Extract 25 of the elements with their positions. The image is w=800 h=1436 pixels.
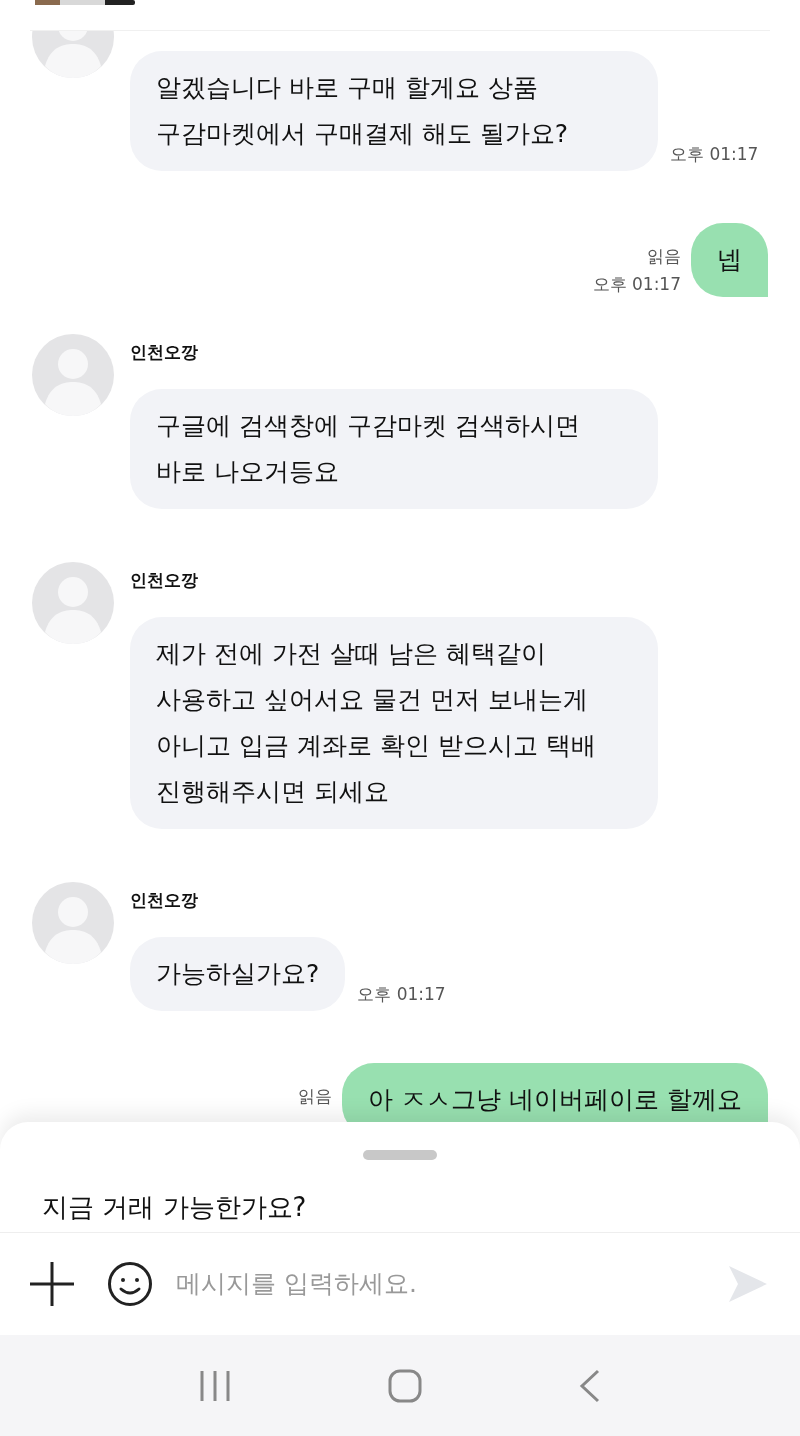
message-time: 오후 01:17 — [357, 982, 446, 1006]
sender-name: 인천오깡 — [130, 889, 199, 912]
message-text: 구글에 검색창에 구감마켓 검색하시면 바로 나오거등요 — [156, 411, 580, 486]
avatar-icon — [32, 882, 114, 964]
message-text: 알겠습니다 바로 구매 할게요 상품 구감마켓에서 구매결제 해도 될가요? — [156, 73, 569, 148]
read-receipt: 읽음 — [298, 1085, 333, 1108]
message-text: 아 ㅈㅅ그냥 네이버페이로 할께요 — [368, 1085, 742, 1114]
message-text: 제가 전에 가전 살때 남은 혜택같이 사용하고 싶어서요 물건 먼저 보내는게 아니고 입금 계좌로 확인 받으시고 택배 진행해주시면 되세요 — [156, 639, 596, 806]
avatar-icon — [32, 334, 114, 416]
emoji-icon[interactable] — [108, 1262, 152, 1306]
message-time: 오후 01:17 — [670, 142, 759, 166]
drag-handle[interactable] — [363, 1150, 437, 1160]
recent-apps-icon[interactable] — [198, 1369, 231, 1402]
plus-icon[interactable] — [30, 1262, 74, 1306]
message-text: 가능하실가요? — [156, 959, 320, 988]
sender-name: 인천오깡 — [130, 341, 199, 364]
message-time: 오후 01:17 — [592, 273, 681, 296]
read-receipt: 읽음 — [647, 245, 681, 268]
suggested-reply[interactable]: 지금 거래 가능한가요? — [42, 1188, 307, 1227]
message-input[interactable]: 메시지를 입력하세요. — [176, 1265, 718, 1303]
back-icon[interactable] — [579, 1368, 602, 1403]
avatar-icon — [32, 562, 114, 644]
message-text: 넵 — [717, 245, 742, 274]
sender-name: 인천오깡 — [130, 569, 199, 592]
home-icon[interactable] — [388, 1368, 422, 1403]
